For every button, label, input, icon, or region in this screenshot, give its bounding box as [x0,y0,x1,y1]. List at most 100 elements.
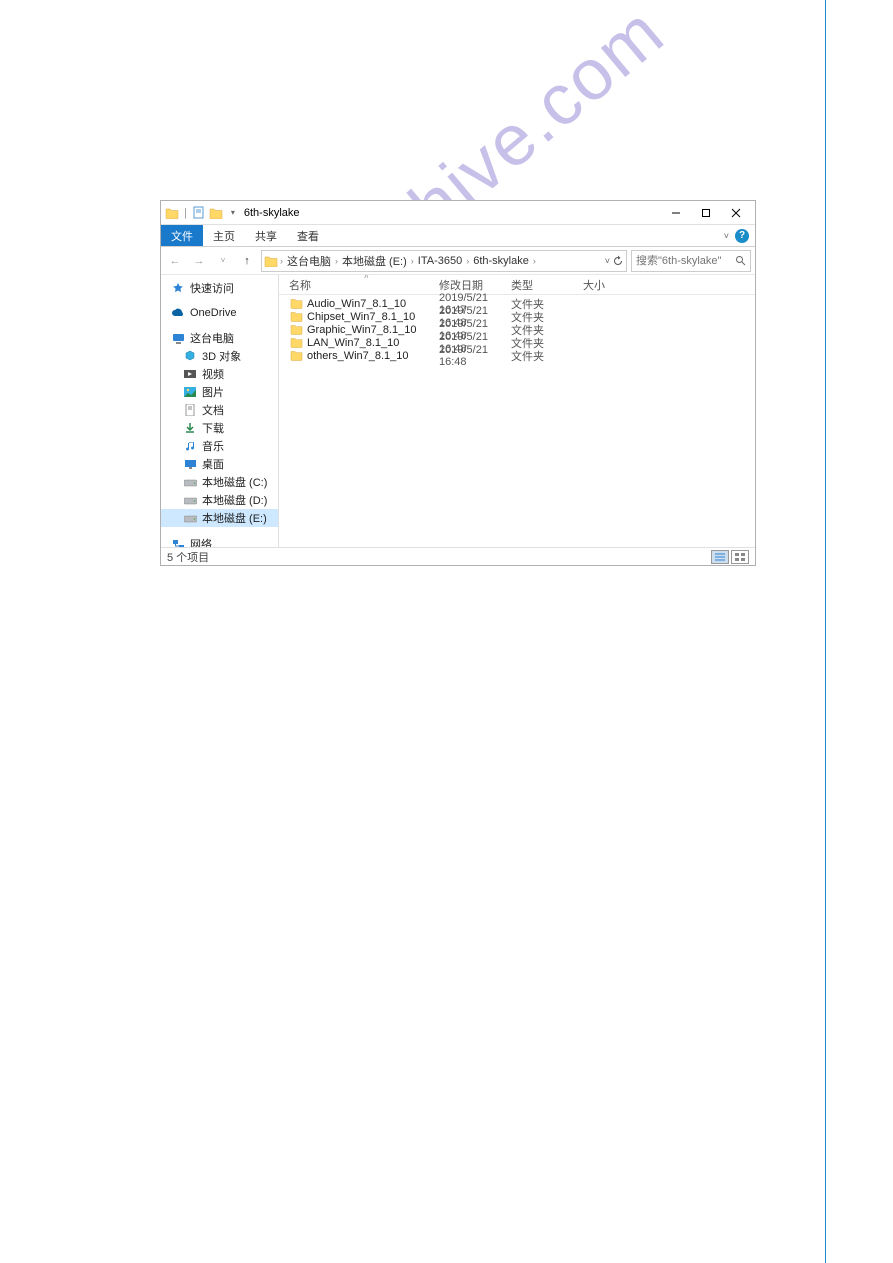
addressbar-dropdown-icon[interactable]: ˅ [605,256,610,266]
file-row[interactable]: others_Win7_8.1_102019/5/21 16:48文件夹 [289,349,755,362]
tiles-view-button[interactable] [731,550,749,564]
separator: | [184,207,187,219]
file-name: Chipset_Win7_8.1_10 [307,311,439,323]
breadcrumb-seg-pc[interactable]: 这台电脑 [285,253,333,269]
sidebar-item-label: 音乐 [202,438,224,454]
window-title: 6th-skylake [244,207,300,219]
search-icon[interactable] [735,255,746,266]
sidebar-item-label: 视频 [202,366,224,382]
chevron-right-icon[interactable]: › [411,256,414,266]
close-button[interactable] [721,202,751,224]
maximize-button[interactable] [691,202,721,224]
navbar: ← → ˅ ↑ › 这台电脑 › 本地磁盘 (E:) › ITA-3650 › … [161,247,755,275]
refresh-icon[interactable] [612,255,624,267]
sidebar-item[interactable]: 桌面 [161,455,278,473]
addressbar[interactable]: › 这台电脑 › 本地磁盘 (E:) › ITA-3650 › 6th-skyl… [261,250,627,272]
back-button[interactable]: ← [165,251,185,271]
file-name: others_Win7_8.1_10 [307,350,439,362]
folder-icon [264,255,278,267]
breadcrumb-seg-drive[interactable]: 本地磁盘 (E:) [340,253,409,269]
drive-icon [183,493,197,507]
sidebar-item-label: 文档 [202,402,224,418]
sidebar-item[interactable]: 本地磁盘 (C:) [161,473,278,491]
star-icon [171,281,185,295]
sidebar-label: 快速访问 [190,280,234,296]
sidebar-item[interactable]: 本地磁盘 (D:) [161,491,278,509]
search-input[interactable] [636,255,735,267]
body: 快速访问 OneDrive 这台电脑 3D 对象视频图片文档下载音乐桌面本地磁盘… [161,275,755,547]
ribbon-tab-home[interactable]: 主页 [203,225,245,246]
page-right-border [825,0,826,1263]
recent-dropdown-icon[interactable]: ˅ [213,251,233,271]
sidebar-item[interactable]: 3D 对象 [161,347,278,365]
ribbon-tab-file[interactable]: 文件 [161,225,203,246]
sidebar-thispc[interactable]: 这台电脑 [161,329,278,347]
sidebar-item[interactable]: 本地磁盘 (E:) [161,509,278,527]
forward-button[interactable]: → [189,251,209,271]
sidebar-network[interactable]: 网络 [161,535,278,547]
ribbon-tab-view[interactable]: 查看 [287,225,329,246]
window-controls [661,202,751,224]
chevron-right-icon[interactable]: › [280,256,283,266]
qat: | ▾ [165,206,240,220]
sort-indicator-icon: ˄ [364,275,369,281]
addressbar-right: ˅ [605,255,624,267]
sidebar-label: 这台电脑 [190,330,234,346]
file-list: Audio_Win7_8.1_102019/5/21 16:47文件夹Chips… [279,295,755,362]
sidebar-label: 网络 [190,536,212,547]
help-icon[interactable]: ? [735,229,749,243]
file-date: 2019/5/21 16:48 [439,344,511,368]
sidebar-item[interactable]: 视频 [161,365,278,383]
downloads-icon [183,421,197,435]
content: 名称˄ 修改日期 类型 大小 Audio_Win7_8.1_102019/5/2… [279,275,755,547]
pc-icon [171,331,185,345]
desktop-icon [183,457,197,471]
column-date[interactable]: 修改日期 [439,277,511,293]
chevron-right-icon[interactable]: › [533,256,536,266]
sidebar-item-label: 3D 对象 [202,348,241,364]
sidebar: 快速访问 OneDrive 这台电脑 3D 对象视频图片文档下载音乐桌面本地磁盘… [161,275,279,547]
chevron-right-icon[interactable]: › [466,256,469,266]
newfolder-icon[interactable] [209,206,223,220]
explorer-window: | ▾ 6th-skylake 文件 主页 共享 查看 ˅ ? [160,200,756,566]
qat-dropdown-icon[interactable]: ▾ [226,206,240,220]
titlebar-left: | ▾ 6th-skylake [165,206,300,220]
sidebar-item[interactable]: 图片 [161,383,278,401]
sidebar-label: OneDrive [190,307,236,319]
folder-icon [289,324,303,335]
ribbon-right: ˅ ? [724,225,755,246]
properties-icon[interactable] [192,206,206,220]
ribbon: 文件 主页 共享 查看 ˅ ? [161,225,755,247]
video-icon [183,367,197,381]
file-name: Audio_Win7_8.1_10 [307,298,439,310]
search-box[interactable] [631,250,751,272]
column-type[interactable]: 类型 [511,277,583,293]
drive-icon [183,511,197,525]
statusbar: 5 个项目 [161,547,755,565]
breadcrumb-seg-current[interactable]: 6th-skylake [471,255,531,267]
chevron-right-icon[interactable]: › [335,256,338,266]
pictures-icon [183,385,197,399]
documents-icon [183,403,197,417]
sidebar-item-label: 本地磁盘 (D:) [202,492,267,508]
sidebar-item[interactable]: 音乐 [161,437,278,455]
view-switcher [711,550,749,564]
breadcrumb-seg-ita[interactable]: ITA-3650 [416,255,464,267]
folder-icon [289,298,303,309]
sidebar-item-label: 图片 [202,384,224,400]
file-type: 文件夹 [511,348,583,364]
up-button[interactable]: ↑ [237,251,257,271]
ribbon-collapse-icon[interactable]: ˅ [724,231,729,241]
ribbon-tab-share[interactable]: 共享 [245,225,287,246]
file-name: Graphic_Win7_8.1_10 [307,324,439,336]
folder-icon [289,337,303,348]
details-view-button[interactable] [711,550,729,564]
sidebar-item[interactable]: 文档 [161,401,278,419]
sidebar-onedrive[interactable]: OneDrive [161,305,278,321]
column-size[interactable]: 大小 [583,277,623,293]
sidebar-quickaccess[interactable]: 快速访问 [161,279,278,297]
minimize-button[interactable] [661,202,691,224]
column-name[interactable]: 名称˄ [289,277,439,293]
sidebar-item[interactable]: 下载 [161,419,278,437]
cloud-icon [171,306,185,320]
